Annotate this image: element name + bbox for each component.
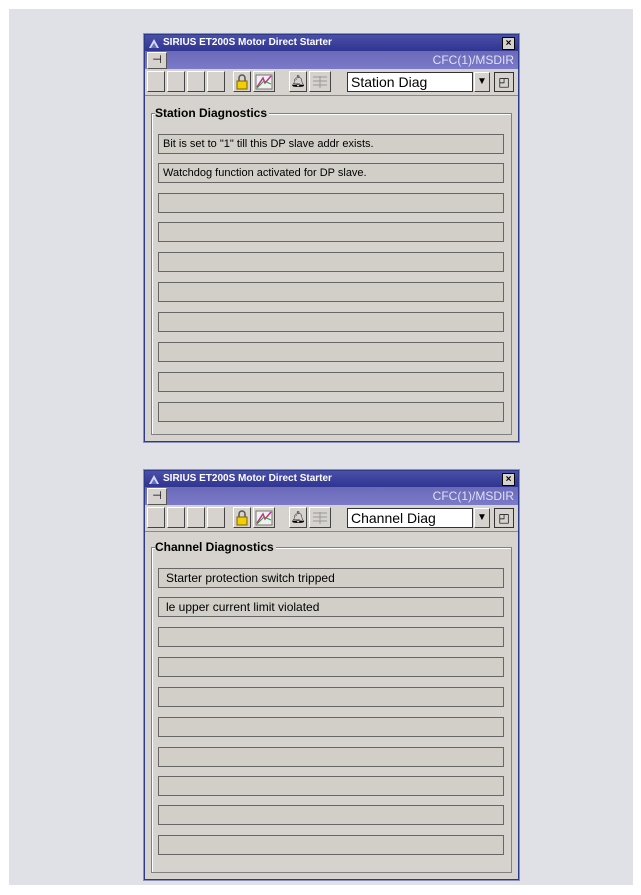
close-icon[interactable]: ×: [502, 473, 515, 486]
path-bar: ⊣ CFC(1)/MSDIR: [145, 51, 518, 69]
diag-row: [158, 282, 504, 302]
trend-icon: [255, 74, 273, 90]
faceplate-channel-diag: SIRIUS ET200S Motor Direct Starter × ⊣ C…: [144, 470, 519, 880]
diag-row: [158, 747, 504, 767]
chevron-down-icon[interactable]: ▼: [474, 508, 490, 528]
app-icon: [149, 475, 159, 484]
pin-icon[interactable]: ⊣: [147, 488, 167, 505]
app-icon: [149, 39, 159, 48]
faceplate-titlebar[interactable]: SIRIUS ET200S Motor Direct Starter ×: [145, 35, 518, 51]
toolbar-blank-button-4[interactable]: [207, 507, 225, 528]
trend-button[interactable]: [253, 507, 275, 528]
toolbar-blank-button-1[interactable]: [147, 507, 165, 528]
group-title: Station Diagnostics: [155, 105, 270, 121]
toolbar-blank-button-1[interactable]: [147, 71, 165, 92]
chevron-down-icon[interactable]: ▼: [474, 72, 490, 92]
toolbar: 🔔︎ Station Diag ▼ ◰: [145, 69, 518, 96]
table-button[interactable]: [309, 71, 331, 92]
resize-icon[interactable]: ◰: [494, 508, 514, 528]
lock-icon: [236, 74, 248, 90]
table-icon: [313, 512, 327, 524]
diag-row: [158, 222, 504, 242]
toolbar-blank-button-2[interactable]: [167, 507, 185, 528]
diag-row: [158, 252, 504, 272]
diag-row: [158, 402, 504, 422]
diag-row: [158, 372, 504, 392]
diag-row: le upper current limit violated: [158, 597, 504, 617]
lock-icon: [236, 510, 248, 526]
alarm-button[interactable]: 🔔︎: [289, 71, 307, 92]
toolbar-blank-button-4[interactable]: [207, 71, 225, 92]
path-bar: ⊣ CFC(1)/MSDIR: [145, 487, 518, 505]
diag-row: [158, 835, 504, 855]
block-path: CFC(1)/MSDIR: [432, 489, 514, 503]
bell-icon: 🔔︎: [290, 510, 306, 524]
diag-row: [158, 312, 504, 332]
table-button[interactable]: [309, 507, 331, 528]
trend-button[interactable]: [253, 71, 275, 92]
pin-icon[interactable]: ⊣: [147, 52, 167, 69]
station-diagnostics-group: Station Diagnostics Bit is set to "1" ti…: [151, 105, 512, 435]
block-path: CFC(1)/MSDIR: [432, 53, 514, 67]
diag-row: Starter protection switch tripped: [158, 568, 504, 588]
diag-row: [158, 776, 504, 796]
view-select[interactable]: Channel Diag: [347, 508, 473, 528]
faceplate-title: SIRIUS ET200S Motor Direct Starter: [163, 37, 332, 48]
table-icon: [313, 76, 327, 88]
toolbar: 🔔︎ Channel Diag ▼ ◰: [145, 505, 518, 532]
bell-icon: 🔔︎: [290, 74, 306, 88]
trend-icon: [255, 510, 273, 526]
lock-button[interactable]: [233, 507, 251, 528]
toolbar-blank-button-2[interactable]: [167, 71, 185, 92]
lock-button[interactable]: [233, 71, 251, 92]
faceplate-titlebar[interactable]: SIRIUS ET200S Motor Direct Starter ×: [145, 471, 518, 487]
toolbar-blank-button-3[interactable]: [187, 507, 205, 528]
group-title: Channel Diagnostics: [155, 539, 276, 555]
diag-row: [158, 687, 504, 707]
diag-row: [158, 805, 504, 825]
faceplate-station-diag: SIRIUS ET200S Motor Direct Starter × ⊣ C…: [144, 34, 519, 442]
resize-icon[interactable]: ◰: [494, 72, 514, 92]
close-icon[interactable]: ×: [502, 37, 515, 50]
diag-row: [158, 342, 504, 362]
diag-row: [158, 627, 504, 647]
diag-row: Watchdog function activated for DP slave…: [158, 163, 504, 183]
diag-row: [158, 193, 504, 213]
diag-row: [158, 717, 504, 737]
toolbar-blank-button-3[interactable]: [187, 71, 205, 92]
diag-row: [158, 657, 504, 677]
alarm-button[interactable]: 🔔︎: [289, 507, 307, 528]
channel-diagnostics-group: Channel Diagnostics Starter protection s…: [151, 539, 512, 873]
view-select[interactable]: Station Diag: [347, 72, 473, 92]
faceplate-title: SIRIUS ET200S Motor Direct Starter: [163, 473, 332, 484]
diag-row: Bit is set to "1" till this DP slave add…: [158, 134, 504, 154]
